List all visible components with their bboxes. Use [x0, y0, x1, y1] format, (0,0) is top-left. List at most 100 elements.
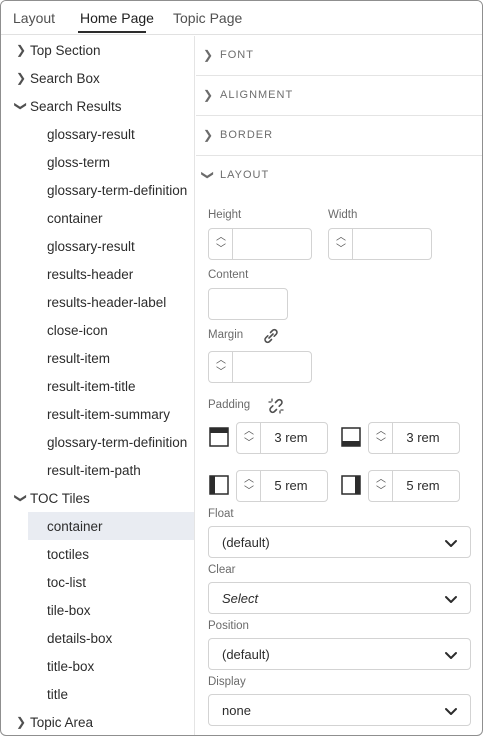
chevron-right-icon[interactable]: ❯ — [202, 128, 214, 142]
tree-item-result-item-summary[interactable]: result-item-summary — [1, 400, 194, 428]
tree-item-title-box[interactable]: title-box — [1, 652, 194, 680]
tree-item-toc-tiles[interactable]: ❯ TOC Tiles — [1, 484, 194, 512]
padding-label: Padding — [208, 399, 251, 411]
unlink-icon[interactable] — [266, 396, 286, 416]
tree-item-title[interactable]: title — [1, 680, 194, 708]
tab-bar: Layout Home Page Topic Page — [1, 1, 482, 35]
chevron-right-icon[interactable]: ❯ — [15, 715, 27, 729]
chevron-down-icon[interactable]: ﹀ — [335, 244, 347, 256]
tree-item-container[interactable]: container — [1, 204, 194, 232]
margin-stepper[interactable]: ︿ ﹀ — [208, 351, 312, 383]
stepper-arrows: ︿ ﹀ — [209, 352, 233, 382]
chevron-down-icon — [445, 596, 457, 603]
link-icon[interactable] — [261, 326, 281, 346]
section-layout[interactable]: ❯ LAYOUT — [196, 156, 482, 196]
tree-item-close-icon[interactable]: close-icon — [1, 316, 194, 344]
tree-item-result-item-title[interactable]: result-item-title — [1, 372, 194, 400]
position-select[interactable]: (default) — [208, 638, 471, 670]
height-value[interactable] — [233, 229, 301, 259]
tree-item-label: result-item — [47, 350, 111, 366]
content-input[interactable] — [208, 288, 288, 320]
chevron-up-icon[interactable]: ︿ — [375, 474, 387, 486]
chevron-down-icon[interactable]: ﹀ — [243, 438, 255, 450]
padding-right-stepper[interactable]: ︿ ﹀ 5 rem — [368, 470, 460, 502]
chevron-right-icon[interactable]: ❯ — [202, 88, 214, 102]
chevron-right-icon[interactable]: ❯ — [202, 48, 214, 62]
chevron-down-icon[interactable]: ﹀ — [375, 438, 387, 450]
chevron-down-icon[interactable]: ﹀ — [215, 367, 227, 379]
chevron-up-icon[interactable]: ︿ — [243, 474, 255, 486]
tree-item-glossary-result-2[interactable]: glossary-result — [1, 232, 194, 260]
chevron-down-icon[interactable]: ﹀ — [243, 486, 255, 498]
tree-item-label: title-box — [47, 658, 95, 674]
chevron-right-icon[interactable]: ❯ — [15, 71, 27, 85]
tree-item-toc-list[interactable]: toc-list — [1, 568, 194, 596]
tree-item-label: glossary-result — [47, 126, 135, 142]
tab-layout[interactable]: Layout — [13, 10, 55, 26]
tree-item-results-header-label[interactable]: results-header-label — [1, 288, 194, 316]
tab-topic-page[interactable]: Topic Page — [173, 10, 242, 26]
tree-item-label: container — [47, 210, 103, 226]
chevron-right-icon[interactable]: ❯ — [15, 43, 27, 57]
tree-item-label: glossary-term-definition — [47, 434, 188, 450]
padding-bottom-stepper[interactable]: ︿ ﹀ 3 rem — [368, 422, 460, 454]
tree-item-top-section[interactable]: ❯ Top Section — [1, 36, 194, 64]
display-select[interactable]: none — [208, 694, 471, 726]
stepper-arrows: ︿ ﹀ — [209, 229, 233, 259]
chevron-up-icon[interactable]: ︿ — [375, 426, 387, 438]
properties-panel: ❯ FONT ❯ ALIGNMENT ❯ BORDER ❯ LAYOUT Hei… — [196, 36, 482, 735]
display-value: none — [222, 703, 251, 718]
chevron-up-icon[interactable]: ︿ — [243, 426, 255, 438]
padding-left-value[interactable]: 5 rem — [261, 471, 321, 501]
tree-item-label: result-item-path — [47, 462, 141, 478]
section-border[interactable]: ❯ BORDER — [196, 116, 482, 156]
chevron-up-icon[interactable]: ︿ — [215, 232, 227, 244]
clear-label: Clear — [208, 564, 236, 576]
margin-value[interactable] — [233, 352, 301, 382]
padding-left-stepper[interactable]: ︿ ﹀ 5 rem — [236, 470, 328, 502]
width-value[interactable] — [353, 229, 421, 259]
tree-item-results-header[interactable]: results-header — [1, 260, 194, 288]
width-stepper[interactable]: ︿ ﹀ — [328, 228, 432, 260]
tree-item-label: toctiles — [47, 546, 90, 562]
tree-item-glossary-result[interactable]: glossary-result — [1, 120, 194, 148]
height-stepper[interactable]: ︿ ﹀ — [208, 228, 312, 260]
padding-top-icon — [209, 427, 229, 447]
padding-right-icon — [341, 475, 361, 495]
tree-item-tile-box[interactable]: tile-box — [1, 596, 194, 624]
tab-home-page[interactable]: Home Page — [80, 10, 154, 26]
chevron-down-icon[interactable]: ❯ — [14, 100, 28, 112]
chevron-down-icon[interactable]: ﹀ — [215, 244, 227, 256]
section-alignment[interactable]: ❯ ALIGNMENT — [196, 76, 482, 116]
padding-bottom-value[interactable]: 3 rem — [393, 423, 453, 453]
chevron-down-icon[interactable]: ❯ — [201, 169, 215, 181]
chevron-up-icon[interactable]: ︿ — [335, 232, 347, 244]
tree-item-gloss-term[interactable]: gloss-term — [1, 148, 194, 176]
section-font[interactable]: ❯ FONT — [196, 36, 482, 76]
section-label: BORDER — [220, 129, 274, 141]
tree-item-search-box[interactable]: ❯ Search Box — [1, 64, 194, 92]
float-select[interactable]: (default) — [208, 526, 471, 558]
tree-item-result-item[interactable]: result-item — [1, 344, 194, 372]
display-label: Display — [208, 676, 246, 688]
tree-item-details-box[interactable]: details-box — [1, 624, 194, 652]
tree-item-topic-area[interactable]: ❯ Topic Area — [1, 708, 194, 735]
tree-item-toctiles[interactable]: toctiles — [1, 540, 194, 568]
padding-right-value[interactable]: 5 rem — [393, 471, 453, 501]
chevron-down-icon — [445, 708, 457, 715]
padding-top-stepper[interactable]: ︿ ﹀ 3 rem — [236, 422, 328, 454]
tree-item-label: details-box — [47, 630, 113, 646]
tree-item-label: TOC Tiles — [30, 490, 90, 506]
tree-item-search-results[interactable]: ❯ Search Results — [1, 92, 194, 120]
stepper-arrows: ︿ ﹀ — [237, 423, 261, 453]
clear-select[interactable]: Select — [208, 582, 471, 614]
padding-top-value[interactable]: 3 rem — [261, 423, 321, 453]
chevron-down-icon[interactable]: ﹀ — [375, 486, 387, 498]
padding-left-icon — [209, 475, 229, 495]
chevron-up-icon[interactable]: ︿ — [215, 355, 227, 367]
tree-item-glossary-term-definition-2[interactable]: glossary-term-definition — [1, 428, 194, 456]
chevron-down-icon[interactable]: ❯ — [14, 492, 28, 504]
tree-item-result-item-path[interactable]: result-item-path — [1, 456, 194, 484]
tree-item-container-selected[interactable]: container — [28, 512, 194, 540]
tree-item-glossary-term-definition[interactable]: glossary-term-definition — [1, 176, 194, 204]
